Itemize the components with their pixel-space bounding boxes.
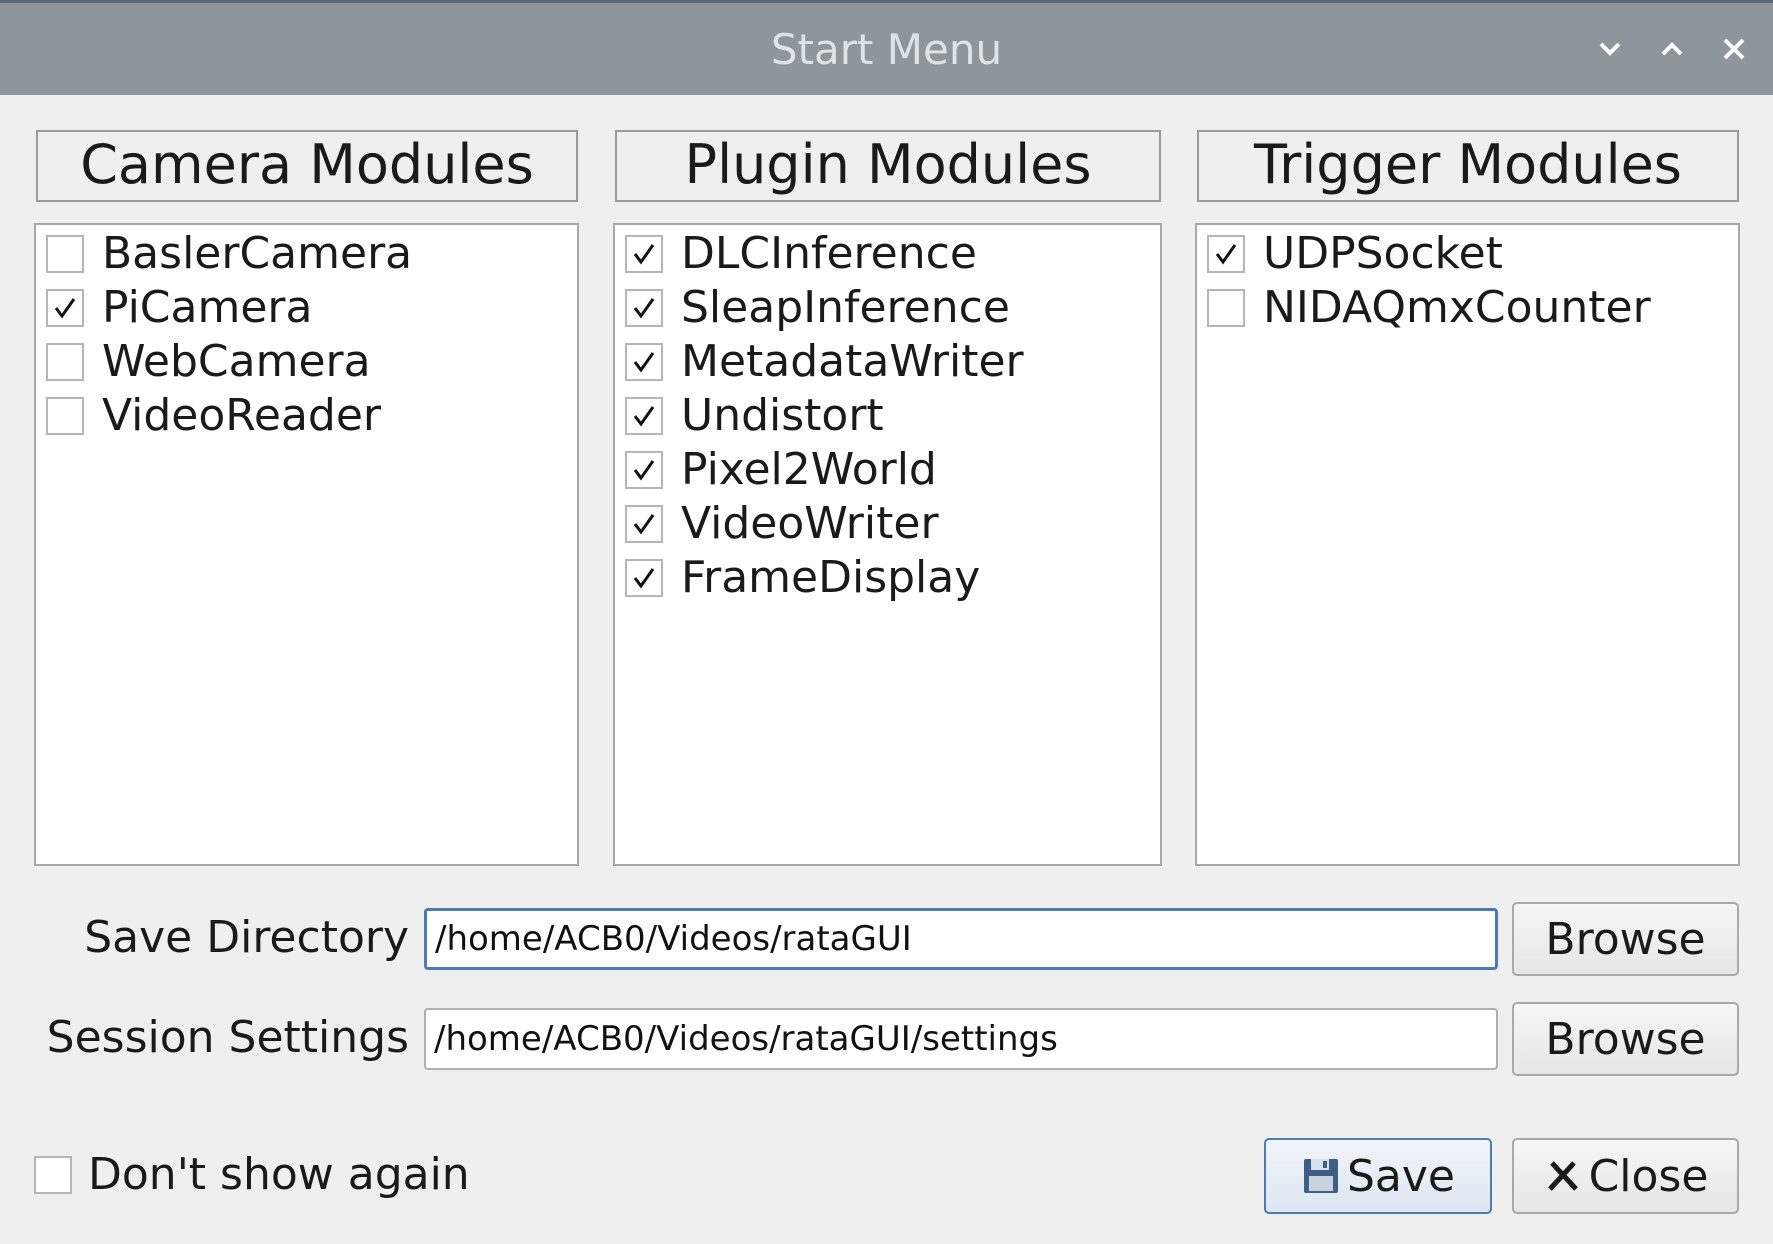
save-button-label: Save: [1346, 1150, 1455, 1202]
item-label: Undistort: [681, 390, 884, 441]
check-icon: [633, 406, 655, 427]
check-icon: [633, 460, 655, 481]
item-label: Pixel2World: [681, 444, 937, 495]
checkbox[interactable]: [625, 343, 663, 381]
item-label: NIDAQmxCounter: [1263, 282, 1651, 333]
chevron-down-icon: [1599, 42, 1621, 56]
checkbox[interactable]: [46, 289, 84, 327]
list-item-baslercamera[interactable]: BaslerCamera: [46, 227, 412, 281]
check-icon: [633, 298, 655, 319]
close-icon: [1547, 1161, 1578, 1191]
save-button[interactable]: Save: [1264, 1138, 1492, 1214]
item-label: SleapInference: [681, 282, 1010, 333]
item-label: VideoWriter: [681, 498, 939, 549]
item-label: WebCamera: [102, 336, 371, 387]
item-label: UDPSocket: [1263, 228, 1503, 279]
list-item-framedisplay[interactable]: FrameDisplay: [625, 551, 980, 605]
camera-modules-header: Camera Modules: [36, 130, 578, 202]
browse-save-directory-button[interactable]: Browse: [1512, 902, 1739, 976]
trigger-modules-list[interactable]: UDPSocket NIDAQmxCounter: [1195, 223, 1740, 866]
list-item-pixel2world[interactable]: Pixel2World: [625, 443, 937, 497]
item-label: DLCInference: [681, 228, 977, 279]
close-window-button[interactable]: [1714, 29, 1754, 69]
list-item-sleapinference[interactable]: SleapInference: [625, 281, 1010, 335]
list-item-videowriter[interactable]: VideoWriter: [625, 497, 939, 551]
list-item-dlcinference[interactable]: DLCInference: [625, 227, 977, 281]
browse-session-settings-button[interactable]: Browse: [1512, 1002, 1739, 1076]
save-directory-label: Save Directory: [84, 912, 409, 963]
check-icon: [633, 244, 655, 265]
save-directory-input[interactable]: [424, 908, 1498, 970]
floppy-disk-icon: [1303, 1159, 1338, 1193]
close-button[interactable]: Close: [1512, 1138, 1739, 1214]
item-label: PiCamera: [102, 282, 313, 333]
list-item-udpsocket[interactable]: UDPSocket: [1207, 227, 1503, 281]
minimize-button[interactable]: [1590, 29, 1630, 69]
trigger-modules-header: Trigger Modules: [1197, 130, 1739, 202]
checkbox[interactable]: [625, 505, 663, 543]
close-icon: [1723, 38, 1745, 60]
chevron-up-icon: [1661, 42, 1683, 56]
list-item-undistort[interactable]: Undistort: [625, 389, 884, 443]
checkbox[interactable]: [625, 451, 663, 489]
list-item-picamera[interactable]: PiCamera: [46, 281, 312, 335]
item-label: MetadataWriter: [681, 336, 1024, 387]
camera-modules-list[interactable]: BaslerCamera PiCamera WebCamera VideoRea…: [34, 223, 579, 866]
session-settings-label: Session Settings: [46, 1012, 409, 1063]
checkbox[interactable]: [46, 397, 84, 435]
check-icon: [633, 352, 655, 373]
check-icon: [633, 568, 655, 589]
checkbox[interactable]: [625, 559, 663, 597]
plugin-modules-header: Plugin Modules: [615, 130, 1161, 202]
checkbox[interactable]: [625, 235, 663, 273]
item-label: FrameDisplay: [681, 552, 981, 603]
list-item-webcamera[interactable]: WebCamera: [46, 335, 371, 389]
session-settings-input[interactable]: [424, 1008, 1498, 1070]
title-bar[interactable]: Start Menu: [0, 0, 1773, 95]
list-item-metadatawriter[interactable]: MetadataWriter: [625, 335, 1024, 389]
window-title: Start Menu: [770, 25, 1003, 74]
close-button-label: Close: [1588, 1150, 1709, 1202]
checkbox[interactable]: [1207, 289, 1245, 327]
checkbox[interactable]: [625, 397, 663, 435]
maximize-button[interactable]: [1652, 29, 1692, 69]
checkbox[interactable]: [1207, 235, 1245, 273]
item-label: VideoReader: [102, 390, 381, 441]
list-item-videoreader[interactable]: VideoReader: [46, 389, 381, 443]
list-item-nidaqmxcounter[interactable]: NIDAQmxCounter: [1207, 281, 1651, 335]
check-icon: [1215, 244, 1237, 265]
checkbox[interactable]: [46, 235, 84, 273]
plugin-modules-list[interactable]: DLCInference SleapInference MetadataWrit…: [613, 223, 1162, 866]
dont-show-again-label: Don't show again: [88, 1149, 470, 1200]
checkbox[interactable]: [625, 289, 663, 327]
item-label: BaslerCamera: [102, 228, 413, 279]
dont-show-again-checkbox[interactable]: [34, 1156, 72, 1194]
dont-show-again-option[interactable]: Don't show again: [34, 1148, 470, 1202]
start-menu-window: Start Menu Camera Modules Plugin Modules…: [0, 0, 1773, 1244]
check-icon: [54, 298, 76, 319]
checkbox[interactable]: [46, 343, 84, 381]
check-icon: [633, 514, 655, 535]
